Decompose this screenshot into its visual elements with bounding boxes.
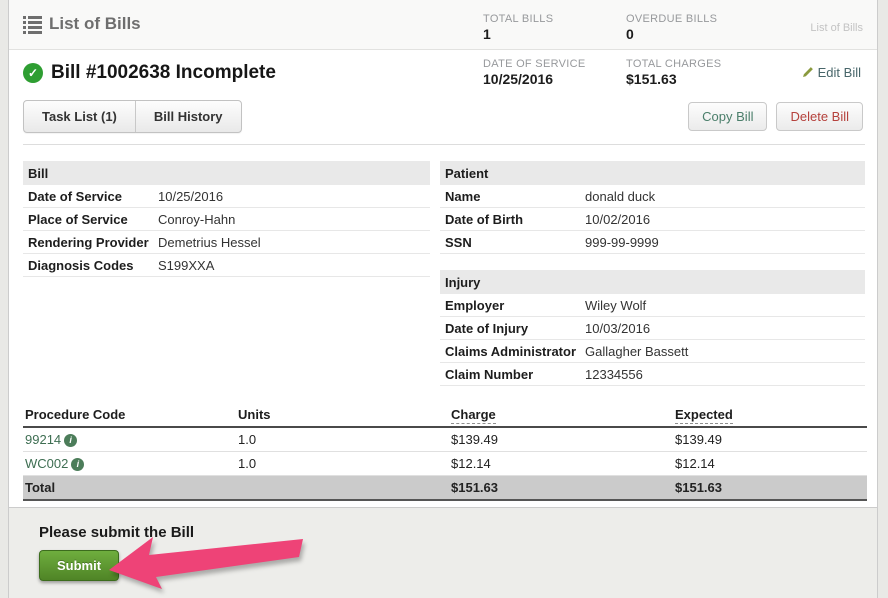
bill-detail-panel: List of Bills TOTAL BILLS 1 OVERDUE BILL… (8, 0, 878, 598)
field-label: SSN (445, 234, 472, 250)
edit-bill-link[interactable]: Edit Bill (801, 65, 861, 80)
delete-bill-button[interactable]: Delete Bill (776, 102, 863, 131)
patient-section: Patient Name donald duck Date of Birth 1… (440, 161, 865, 254)
field-label: Diagnosis Codes (28, 257, 134, 273)
col-header-procedure-code: Procedure Code (23, 404, 236, 428)
total-charge: $151.63 (449, 475, 673, 501)
field-value: Gallagher Bassett (585, 343, 689, 359)
charge-cell: $139.49 (449, 427, 673, 452)
field-value: Conroy-Hahn (158, 211, 236, 227)
field-label: Claims Administrator (445, 343, 577, 359)
info-icon[interactable]: i (64, 433, 78, 447)
field-row: Date of Service 10/25/2016 (23, 185, 431, 208)
top-bar: List of Bills TOTAL BILLS 1 OVERDUE BILL… (9, 0, 877, 50)
check-circle-icon: ✓ (23, 63, 43, 83)
field-value: 10/25/2016 (158, 188, 224, 204)
field-label: Employer (445, 297, 505, 313)
field-value: donald duck (585, 188, 656, 204)
procedure-code-link[interactable]: WC002 (25, 456, 68, 471)
expected-cell: $12.14 (673, 451, 867, 476)
field-label: Date of Birth (445, 211, 524, 227)
bill-header: ✓ Bill #1002638 Incomplete DATE OF SERVI… (9, 50, 877, 96)
tab-bill-history[interactable]: Bill History (134, 101, 241, 132)
field-row: Place of Service Conroy-Hahn (23, 208, 431, 231)
field-label: Place of Service (28, 211, 128, 227)
breadcrumb: List of Bills (810, 22, 863, 34)
field-row: Employer Wiley Wolf (440, 294, 865, 317)
stat-label: DATE OF SERVICE (483, 58, 586, 70)
total-label: Total (23, 475, 236, 501)
procedures-table: Procedure Code Units Charge Expected 992… (23, 404, 867, 501)
section-header-injury: Injury (440, 270, 865, 294)
list-icon (23, 15, 42, 34)
expected-cell: $139.49 (673, 427, 867, 452)
units-cell: 1.0 (236, 427, 449, 452)
field-label: Rendering Provider (28, 234, 149, 250)
detail-columns: Bill Date of Service 10/25/2016 Place of… (23, 161, 865, 386)
field-row: Diagnosis Codes S199XXA (23, 254, 431, 277)
field-value: S199XXA (158, 257, 215, 273)
page-title: List of Bills (23, 14, 141, 34)
submit-button[interactable]: Submit (39, 550, 120, 581)
stat-label: TOTAL BILLS (483, 13, 554, 25)
injury-section: Injury Employer Wiley Wolf Date of Injur… (440, 270, 865, 386)
field-row: Rendering Provider Demetrius Hessel (23, 231, 431, 254)
divider (23, 144, 865, 145)
tab-task-list[interactable]: Task List (1) (24, 101, 135, 132)
bill-section: Bill Date of Service 10/25/2016 Place of… (23, 161, 431, 386)
stat-value: 0 (626, 25, 634, 42)
field-label: Claim Number (445, 366, 534, 382)
submit-footer: Please submit the Bill Submit (9, 507, 877, 598)
field-value: 999-99-9999 (585, 234, 659, 250)
stat-date-of-service: DATE OF SERVICE 10/25/2016 (483, 58, 586, 87)
field-value: Wiley Wolf (585, 297, 647, 313)
section-header-patient: Patient (440, 161, 865, 185)
field-value: 12334556 (585, 366, 643, 382)
field-row: Date of Injury 10/03/2016 (440, 317, 865, 340)
field-value: 10/03/2016 (585, 320, 651, 336)
total-expected: $151.63 (673, 475, 867, 501)
submit-message: Please submit the Bill (39, 524, 195, 541)
stat-label: TOTAL CHARGES (626, 58, 722, 70)
info-icon[interactable]: i (71, 457, 85, 471)
pencil-icon (802, 67, 813, 78)
table-total-row: Total $151.63 $151.63 (23, 475, 867, 501)
charge-cell: $12.14 (449, 451, 673, 476)
col-header-units: Units (236, 404, 449, 428)
stat-label: OVERDUE BILLS (626, 13, 718, 25)
copy-bill-button[interactable]: Copy Bill (688, 102, 768, 131)
stat-value: 10/25/2016 (483, 70, 554, 87)
tab-group: Task List (1) Bill History (23, 100, 242, 133)
units-cell: 1.0 (236, 451, 449, 476)
stat-overdue-bills: OVERDUE BILLS 0 (626, 13, 717, 42)
col-header-charge: Charge (449, 404, 673, 428)
page-title-text: List of Bills (49, 14, 141, 33)
edit-bill-label: Edit Bill (817, 65, 861, 80)
field-label: Date of Injury (445, 320, 529, 336)
field-row: Claim Number 12334556 (440, 363, 865, 386)
field-label: Name (445, 188, 481, 204)
stat-value: $151.63 (626, 70, 677, 87)
stat-total-bills: TOTAL BILLS 1 (483, 13, 553, 42)
field-row: SSN 999-99-9999 (440, 231, 865, 254)
field-row: Claims Administrator Gallagher Bassett (440, 340, 865, 363)
table-header-row: Procedure Code Units Charge Expected (23, 404, 867, 428)
field-label: Date of Service (28, 188, 122, 204)
field-value: 10/02/2016 (585, 211, 651, 227)
tab-row: Task List (1) Bill History Copy Bill Del… (9, 100, 877, 134)
field-row: Date of Birth 10/02/2016 (440, 208, 865, 231)
section-header-bill: Bill (23, 161, 431, 185)
bill-title: Bill #1002638 Incomplete (51, 62, 276, 83)
field-value: Demetrius Hessel (158, 234, 261, 250)
stat-value: 1 (483, 25, 491, 42)
col-header-expected: Expected (673, 404, 867, 428)
field-row: Name donald duck (440, 185, 865, 208)
stat-total-charges: TOTAL CHARGES $151.63 (626, 58, 721, 87)
table-row: 99214 i 1.0 $139.49 $139.49 (23, 427, 867, 452)
table-row: WC002 i 1.0 $12.14 $12.14 (23, 451, 867, 476)
procedure-code-link[interactable]: 99214 (25, 432, 61, 447)
